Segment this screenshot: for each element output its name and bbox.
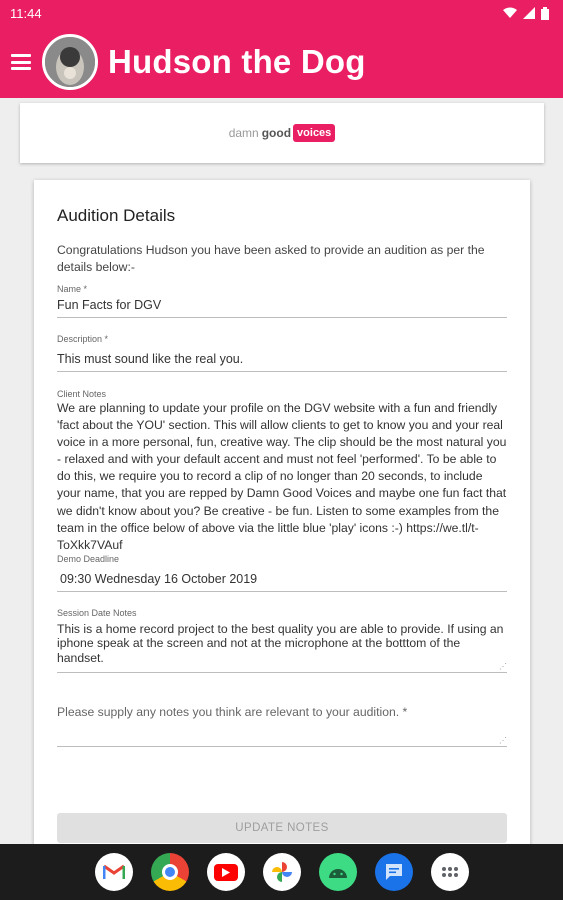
description-field[interactable]: Description * This must sound like the r… — [57, 334, 507, 372]
audition-notes-field[interactable]: Please supply any notes you think are re… — [57, 703, 507, 748]
resize-handle-icon[interactable]: ⋰ — [499, 736, 507, 745]
messages-icon[interactable] — [374, 853, 413, 891]
avatar[interactable] — [42, 34, 98, 90]
taskbar — [0, 844, 563, 900]
description-input[interactable]: This must sound like the real you. — [57, 345, 507, 372]
signal-icon — [523, 7, 535, 19]
deadline-input[interactable]: 09:30 Wednesday 16 October 2019 — [57, 565, 507, 592]
session-notes-textarea[interactable]: This is a home record project to the bes… — [57, 619, 507, 674]
android-icon[interactable] — [318, 853, 357, 891]
chrome-icon[interactable] — [150, 853, 189, 891]
audition-form: Audition Details Congratulations Hudson … — [34, 180, 530, 844]
session-notes-label: Session Date Notes — [57, 607, 137, 618]
deadline-field[interactable]: Demo Deadline 09:30 Wednesday 16 October… — [57, 554, 507, 592]
update-notes-button[interactable]: UPDATE NOTES — [57, 813, 507, 843]
logo-part-voices: voices — [293, 124, 336, 142]
gmail-icon[interactable] — [94, 853, 133, 891]
client-notes-label: Client Notes — [57, 389, 107, 399]
logo-part-damn: damn — [228, 126, 259, 140]
battery-icon — [541, 6, 549, 20]
resize-handle-icon[interactable]: ⋰ — [499, 662, 507, 671]
name-input[interactable]: Fun Facts for DGV — [57, 295, 507, 318]
status-time: 11:44 — [10, 5, 42, 21]
app-bar: Hudson the Dog — [0, 26, 563, 98]
menu-icon[interactable] — [11, 54, 31, 70]
logo-card: damn good voices — [20, 103, 544, 163]
audition-notes-textarea[interactable]: Please supply any notes you think are re… — [57, 703, 507, 748]
client-notes-field: Client Notes We are planning to update y… — [57, 389, 507, 554]
youtube-icon[interactable] — [206, 853, 245, 891]
deadline-label: Demo Deadline — [57, 553, 120, 564]
form-title: Audition Details — [57, 206, 176, 225]
logo-part-good: good — [261, 126, 292, 140]
company-logo: damn good voices — [229, 124, 336, 142]
name-field[interactable]: Name * Fun Facts for DGV — [57, 284, 507, 318]
client-notes-text: We are planning to update your profile o… — [57, 401, 507, 552]
status-icons — [503, 6, 549, 20]
app-drawer-icon[interactable] — [430, 853, 469, 891]
main-content: damn good voices Audition Details Congra… — [0, 98, 563, 844]
description-label: Description * — [57, 334, 109, 344]
status-bar: 11:44 — [0, 0, 563, 26]
wifi-icon — [503, 7, 517, 18]
app-title: Hudson the Dog — [108, 43, 366, 80]
name-label: Name * — [57, 284, 88, 294]
session-notes-field[interactable]: Session Date Notes This is a home record… — [57, 608, 507, 674]
intro-text: Congratulations Hudson you have been ask… — [57, 243, 485, 274]
photos-icon[interactable] — [262, 853, 301, 891]
